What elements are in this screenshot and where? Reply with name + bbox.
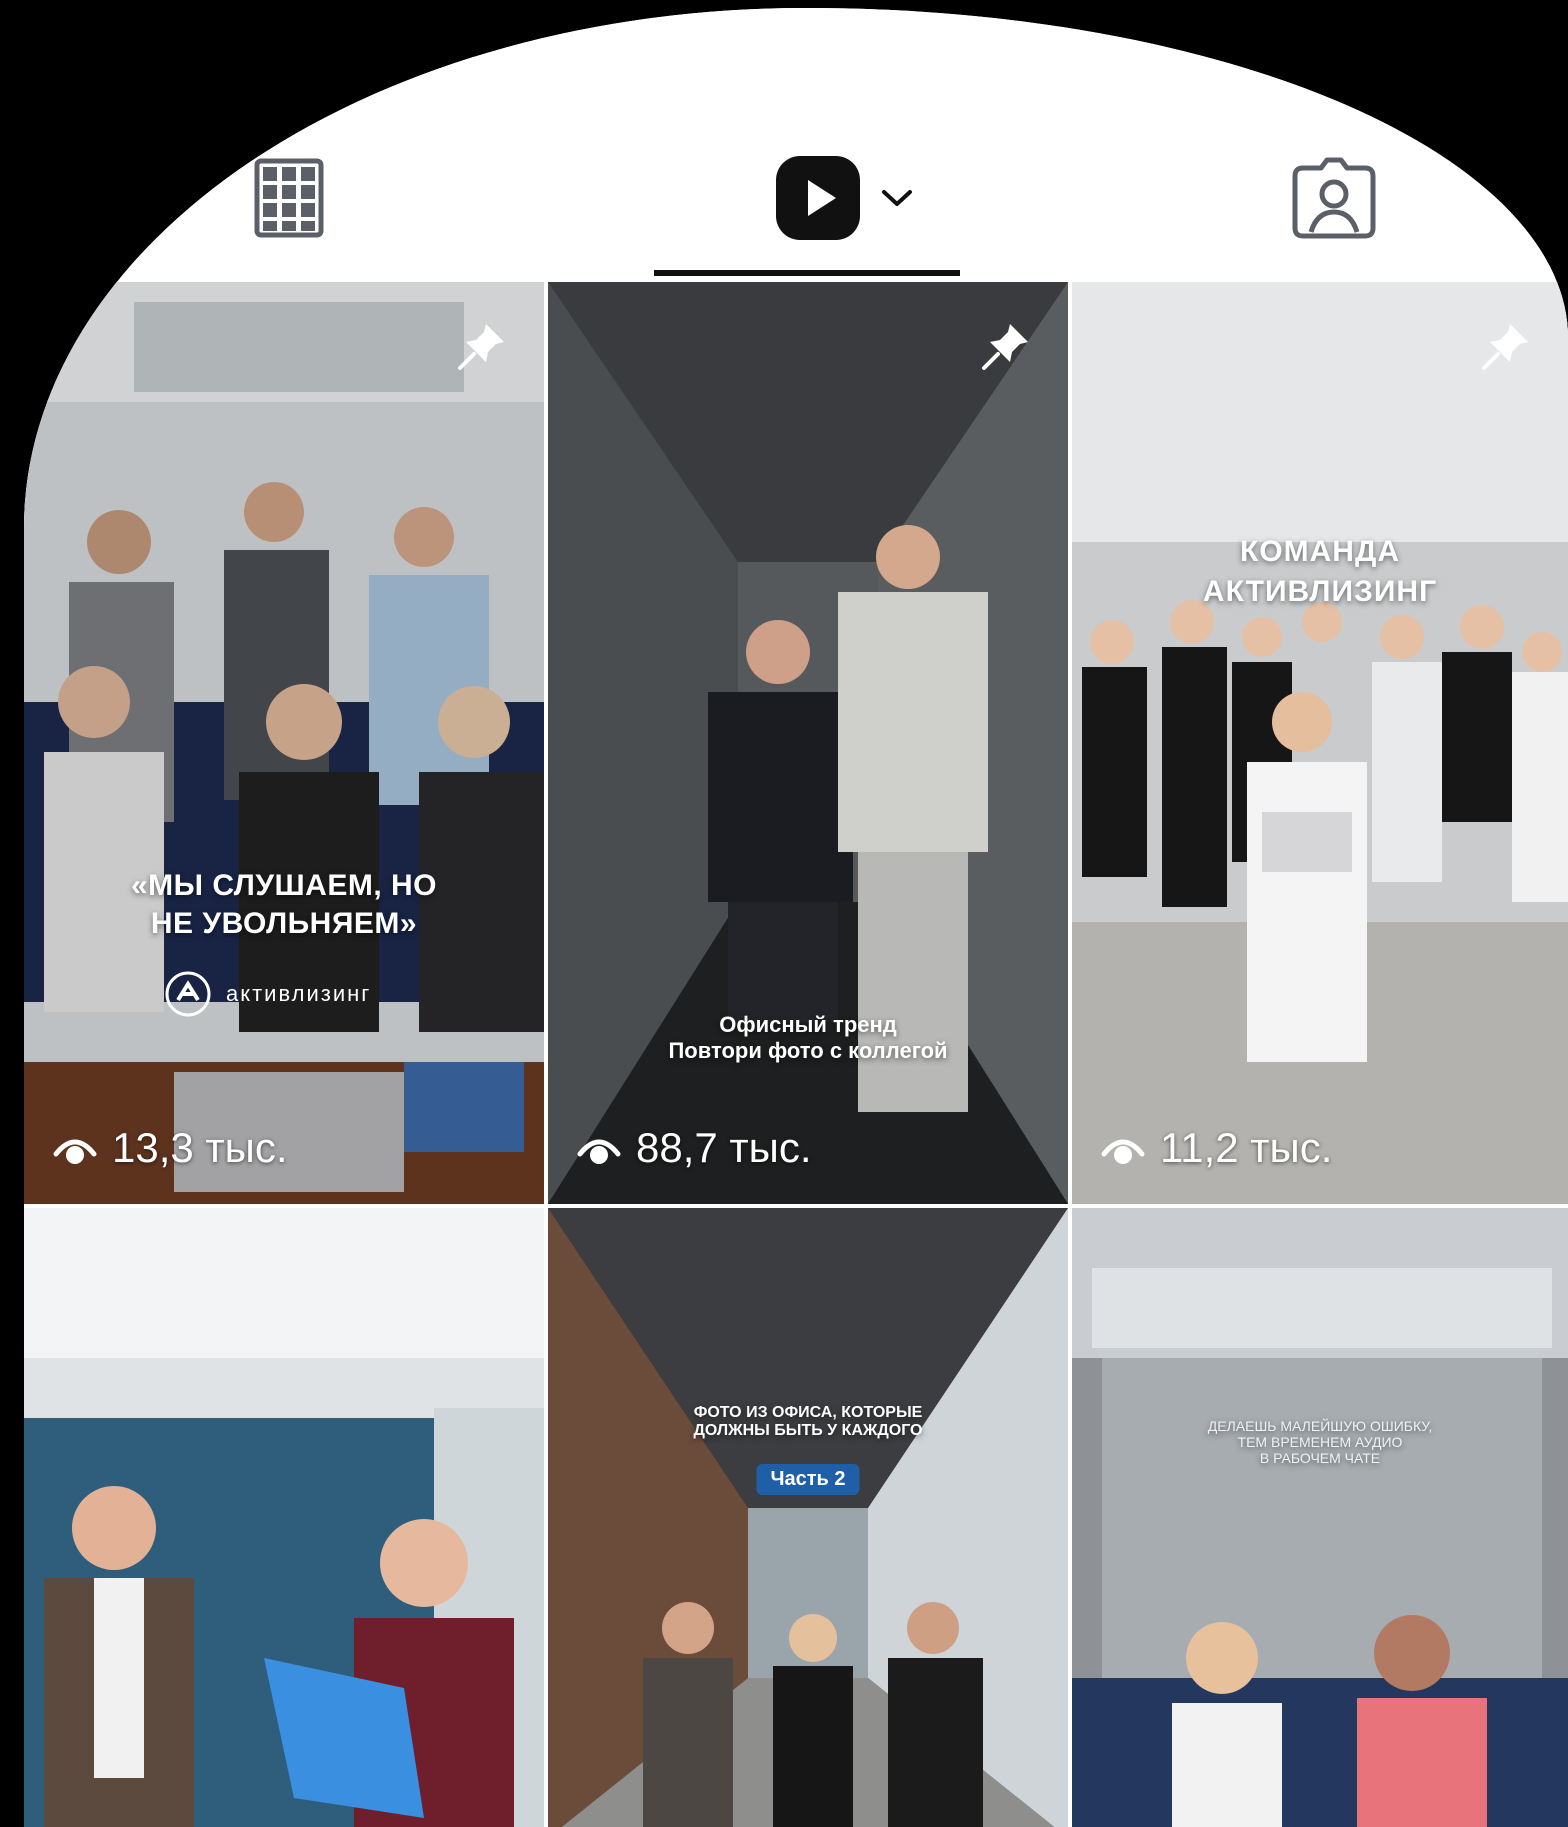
reel-tile-4[interactable] [24, 1208, 544, 1827]
views-eye-icon [1101, 1139, 1145, 1164]
caption-line: Повтори фото с коллегой [668, 1038, 948, 1063]
brand-logo-icon [165, 971, 211, 1017]
reel-thumbnail [1072, 282, 1568, 1204]
reel-caption: «МЫ СЛУШАЕМ, НО НЕ УВОЛЬНЯЕМ» [24, 867, 544, 943]
reel-tile-3[interactable]: КОМАНДА АКТИВЛИЗИНГ 11,2 тыс. [1072, 282, 1568, 1204]
view-count: 88,7 тыс. [576, 1124, 812, 1172]
caption-line: ФОТО ИЗ ОФИСА, КОТОРЫЕ [693, 1404, 923, 1421]
caption-line: ДЕЛАЕШЬ МАЛЕЙШУЮ ОШИБКУ, [1207, 1418, 1433, 1434]
part-badge: Часть 2 [756, 1464, 860, 1495]
reel-tile-2[interactable]: Офисный тренд Повтори фото с коллегой 88… [548, 282, 1068, 1204]
reel-thumbnail [548, 1208, 1068, 1827]
brand-watermark: активлизинг [164, 970, 371, 1018]
reels-play-icon [776, 156, 860, 240]
views-eye-icon [577, 1139, 621, 1164]
view-count-text: 88,7 тыс. [636, 1124, 812, 1171]
pin-icon [982, 324, 1028, 370]
reel-tile-5[interactable]: ФОТО ИЗ ОФИСА, КОТОРЫЕ ДОЛЖНЫ БЫТЬ У КАЖ… [548, 1208, 1068, 1827]
caption-line: В РАБОЧЕМ ЧАТЕ [1259, 1450, 1381, 1466]
caption-line: АКТИВЛИЗИНГ [1202, 575, 1438, 608]
tab-tagged[interactable] [1284, 153, 1384, 243]
phone-screen: «МЫ СЛУШАЕМ, НО НЕ УВОЛЬНЯЕМ» активлизин… [24, 8, 1568, 1827]
brand-name: активлизинг [226, 981, 372, 1006]
pin-icon [1482, 324, 1528, 370]
reels-grid: «МЫ СЛУШАЕМ, НО НЕ УВОЛЬНЯЕМ» активлизин… [24, 282, 1568, 1827]
caption-line: «МЫ СЛУШАЕМ, НО [131, 869, 437, 902]
reel-thumbnail [24, 282, 544, 1204]
reel-caption: КОМАНДА АКТИВЛИЗИНГ [1072, 532, 1568, 612]
view-count-text: 11,2 тыс. [1160, 1124, 1333, 1171]
reel-caption: Офисный тренд Повтори фото с коллегой [548, 1012, 1068, 1064]
caption-line: ТЕМ ВРЕМЕНЕМ АУДИО [1237, 1434, 1403, 1450]
reel-tile-6[interactable]: ДЕЛАЕШЬ МАЛЕЙШУЮ ОШИБКУ, ТЕМ ВРЕМЕНЕМ АУ… [1072, 1208, 1568, 1827]
tab-grid[interactable] [244, 153, 334, 243]
grid-icon [254, 158, 324, 238]
caption-line: ДОЛЖНЫ БЫТЬ У КАЖДОГО [693, 1422, 923, 1439]
reel-tile-1[interactable]: «МЫ СЛУШАЕМ, НО НЕ УВОЛЬНЯЕМ» активлизин… [24, 282, 544, 1204]
tagged-person-icon [1292, 157, 1376, 239]
view-count-text: 13,3 тыс. [112, 1124, 288, 1171]
profile-tab-bar [24, 8, 1568, 278]
caption-line: КОМАНДА [1239, 535, 1400, 568]
reel-thumbnail [1072, 1208, 1568, 1827]
caption-line: Офисный тренд [719, 1012, 897, 1037]
tab-reels[interactable] [764, 148, 924, 248]
caption-line: НЕ УВОЛЬНЯЕМ» [150, 907, 418, 940]
reel-thumbnail [24, 1208, 544, 1827]
active-tab-indicator [654, 270, 960, 276]
pin-icon [458, 324, 504, 370]
views-eye-icon [53, 1139, 97, 1164]
reel-caption: ДЕЛАЕШЬ МАЛЕЙШУЮ ОШИБКУ, ТЕМ ВРЕМЕНЕМ АУ… [1072, 1418, 1568, 1466]
view-count: 11,2 тыс. [1100, 1124, 1332, 1172]
view-count: 13,3 тыс. [52, 1124, 288, 1172]
chevron-down-icon[interactable] [880, 186, 914, 210]
reel-thumbnail [548, 282, 1068, 1204]
reel-caption: ФОТО ИЗ ОФИСА, КОТОРЫЕ ДОЛЖНЫ БЫТЬ У КАЖ… [548, 1404, 1068, 1440]
